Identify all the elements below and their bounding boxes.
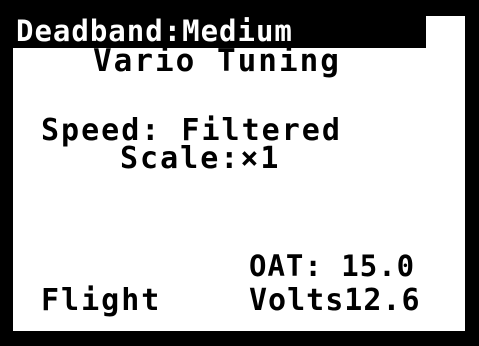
screen-title: Vario Tuning (93, 43, 341, 79)
menu-item-deadband-selected[interactable]: Deadband:Medium (13, 16, 426, 48)
oat-readout: OAT: 15.0 (249, 249, 416, 283)
lcd-screen: Vario Tuning Speed: Filtered Scale:×1 De… (13, 16, 465, 331)
flight-mode-label: Flight (41, 283, 162, 318)
device-bezel: Vario Tuning Speed: Filtered Scale:×1 De… (0, 0, 479, 346)
volts-readout: Volts12.6 (249, 283, 421, 318)
menu-item-scale[interactable]: Scale:×1 (120, 144, 281, 174)
menu-item-deadband-label: Deadband:Medium (16, 16, 293, 48)
